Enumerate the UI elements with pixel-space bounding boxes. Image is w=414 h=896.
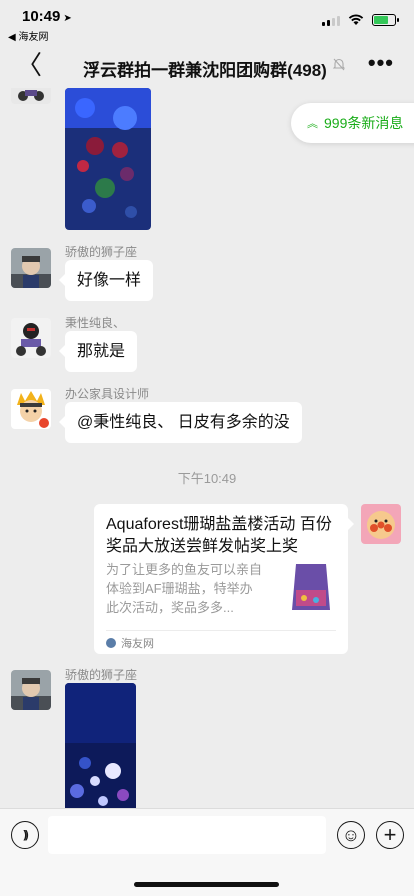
home-indicator[interactable]: [134, 882, 279, 887]
avatar[interactable]: [11, 88, 51, 104]
divider: [106, 630, 336, 631]
chat-header: 〈 浮云群拍一群兼沈阳团购群(498) •••: [0, 44, 414, 88]
back-to-app-link[interactable]: ◀ 海友网: [8, 28, 48, 43]
image-message[interactable]: [65, 683, 136, 808]
new-messages-label: 999条新消息: [324, 115, 404, 131]
plus-icon: +: [383, 822, 397, 847]
link-card[interactable]: Aquaforest珊瑚盐盖楼活动 百份奖品大放送尝鲜发帖奖上奖 为了让更多的鱼…: [94, 504, 354, 654]
message-bubble[interactable]: @秉性纯良、 日皮有多余的没: [59, 402, 302, 443]
message-bubble[interactable]: 好像一样: [58, 260, 154, 301]
more-actions-button[interactable]: +: [376, 821, 404, 849]
wifi-icon: [348, 14, 364, 25]
avatar[interactable]: [11, 248, 51, 288]
sender-name: 办公家具设计师: [65, 387, 150, 401]
link-card-thumbnail: [286, 560, 336, 614]
voice-icon: )): [23, 829, 29, 841]
link-card-description: 为了让更多的鱼友可以亲自体验到AF珊瑚盐，特举办此次活动，奖品多多...: [106, 562, 263, 615]
avatar[interactable]: [11, 318, 51, 358]
bell-off-icon: [332, 58, 346, 74]
message-timestamp: 下午10:49: [177, 471, 237, 486]
sender-name: 秉性纯良、: [65, 316, 126, 330]
status-bar: 10:49 ➤ ◀ 海友网: [0, 0, 414, 44]
source-logo-icon: [106, 638, 116, 648]
my-avatar[interactable]: [361, 504, 401, 544]
chat-title: 浮云群拍一群兼沈阳团购群(498): [83, 61, 327, 80]
more-options-button[interactable]: •••: [368, 50, 394, 76]
emoji-button[interactable]: ☺: [337, 821, 365, 849]
double-chevron-up-icon: ︽: [307, 118, 318, 130]
message-input[interactable]: [48, 816, 326, 854]
avatar[interactable]: [11, 670, 51, 710]
new-messages-button[interactable]: ︽ 999条新消息: [291, 103, 414, 143]
avatar[interactable]: [11, 389, 51, 429]
back-button[interactable]: 〈: [16, 52, 42, 78]
sender-name: 骄傲的狮子座: [65, 668, 138, 682]
emoji-icon: ☺: [341, 824, 361, 845]
link-card-source-name: 海友网: [121, 638, 154, 650]
status-time: 10:49 ➤: [22, 8, 72, 25]
sender-name: 骄傲的狮子座: [65, 245, 138, 259]
link-card-title: Aquaforest珊瑚盐盖楼活动 百份奖品大放送尝鲜发帖奖上奖: [106, 516, 332, 555]
link-card-source: 海友网: [106, 635, 154, 651]
message-bubble[interactable]: 那就是: [58, 331, 138, 372]
cellular-signal-icon: [322, 15, 340, 26]
time-text: 10:49: [22, 8, 61, 25]
location-icon: ➤: [63, 13, 72, 24]
battery-icon: [372, 14, 399, 26]
image-message[interactable]: [65, 88, 151, 230]
status-indicators: [322, 14, 399, 26]
voice-input-button[interactable]: )): [11, 821, 39, 849]
